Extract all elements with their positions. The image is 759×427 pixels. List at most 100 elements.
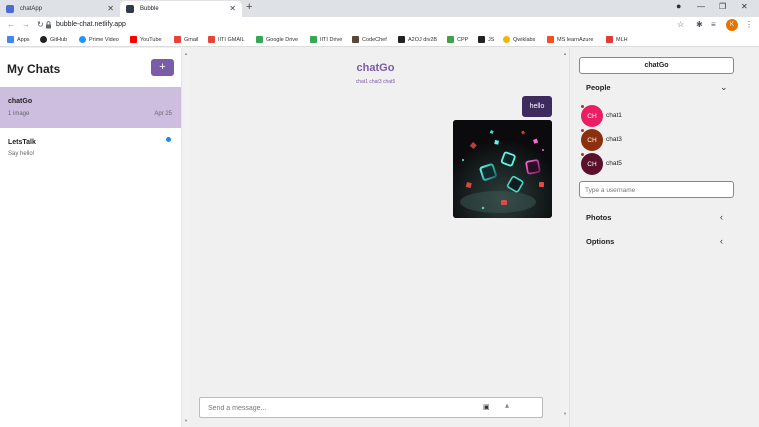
chat-list-item-letstalk[interactable]: LetsTalk Say hello! <box>0 128 181 169</box>
a2oj-icon <box>398 36 405 43</box>
mlh-icon <box>606 36 613 43</box>
chat-name: chatGo <box>8 98 33 105</box>
conversation-panel: chatGo chat1 chat3 chat5 hello Send a me… <box>190 48 561 427</box>
back-icon[interactable]: ← <box>7 20 15 29</box>
youtube-icon <box>130 36 137 43</box>
bookmark-star-icon[interactable]: ☆ <box>677 20 684 29</box>
online-dot <box>581 105 584 108</box>
google-drive-icon <box>256 36 263 43</box>
close-window-icon[interactable]: ✕ <box>741 2 748 11</box>
chat-name: LetsTalk <box>8 139 36 146</box>
tab-label: Bubble <box>140 6 159 12</box>
minimize-icon[interactable]: — <box>697 2 705 11</box>
google-drive-icon <box>310 36 317 43</box>
forward-icon[interactable]: → <box>22 20 30 29</box>
bookmark-prime-video[interactable]: Prime Video <box>79 36 119 43</box>
message-input[interactable] <box>208 401 468 415</box>
chat-title-field[interactable]: chatGo <box>579 57 734 74</box>
close-tab-icon[interactable]: ✕ <box>229 4 236 13</box>
apps-grid-icon <box>7 36 14 43</box>
address-bar: ← → ↻ bubble-chat.netlify.app ☆ ✱ ≡ K ⋮ <box>0 17 759 34</box>
person-item[interactable]: CH chat5 <box>581 153 731 175</box>
bookmark-gmail[interactable]: Gmail <box>174 36 198 43</box>
online-dot <box>581 129 584 132</box>
scroll-down-icon[interactable]: ▼ <box>563 411 567 416</box>
gmail-icon <box>208 36 215 43</box>
bubble-favicon <box>126 5 134 13</box>
avatar: CH <box>581 105 603 127</box>
bookmark-cpp[interactable]: CPP <box>447 36 468 43</box>
message-composer: ▣ ⩓ <box>199 397 543 418</box>
image-upload-icon[interactable]: ▣ <box>483 403 490 411</box>
bookmark-apps[interactable]: Apps <box>7 36 30 43</box>
bookmark-codechef[interactable]: CodeChef <box>352 36 387 43</box>
avatar: CH <box>581 153 603 175</box>
unread-indicator <box>166 137 171 142</box>
chatapp-favicon <box>6 5 14 13</box>
js-icon <box>478 36 485 43</box>
send-icon[interactable]: ⩓ <box>505 403 509 411</box>
github-icon <box>40 36 47 43</box>
person-name: chat3 <box>606 136 622 143</box>
bookmark-qwiklabs[interactable]: Qwiklabs <box>503 36 535 43</box>
new-chat-button[interactable]: + <box>151 59 174 76</box>
chat-list-item-chatgo[interactable]: chatGo 1 image Apr 25 <box>0 87 181 128</box>
new-tab-button[interactable]: + <box>246 1 252 13</box>
bookmark-a2oj[interactable]: A2OJ div2B <box>398 36 437 43</box>
options-section-title[interactable]: Options <box>586 237 614 246</box>
profile-avatar[interactable]: K <box>726 19 738 31</box>
chat-last-message: Say hello! <box>8 151 35 157</box>
bookmark-google-drive[interactable]: Google Drive <box>256 36 298 43</box>
chat-scrollbar[interactable]: ▲ ▼ <box>561 48 569 427</box>
qwiklabs-icon <box>503 36 510 43</box>
bookmark-github[interactable]: GitHub <box>40 36 67 43</box>
close-tab-icon[interactable]: ✕ <box>107 4 114 13</box>
chat-last-message: 1 image <box>8 111 30 117</box>
lock-icon[interactable] <box>45 21 52 29</box>
tab-bubble[interactable]: Bubble ✕ <box>120 1 242 17</box>
sidebar-scrollbar[interactable]: ▲ ▼ <box>182 48 190 427</box>
message-bubble: hello <box>522 96 552 117</box>
profile-indicator-icon[interactable]: ● <box>676 1 681 11</box>
person-item[interactable]: CH chat3 <box>581 129 731 151</box>
bookmark-ms-learn-azure[interactable]: MS learnAzure <box>547 36 593 43</box>
browser-tab-bar: chatApp ✕ Bubble ✕ + ● — ❐ ✕ <box>0 0 759 17</box>
scroll-up-icon[interactable]: ▲ <box>563 51 567 56</box>
person-name: chat1 <box>606 112 622 119</box>
people-section-title[interactable]: People <box>586 83 611 92</box>
chevron-left-icon[interactable]: ‹ <box>720 236 723 246</box>
conversation-members: chat1 chat3 chat5 <box>355 79 396 85</box>
username-field <box>579 181 734 198</box>
reading-list-icon[interactable]: ≡ <box>711 20 716 29</box>
avatar: CH <box>581 129 603 151</box>
online-dot <box>581 153 584 156</box>
chat-details-panel: chatGo People ⌄ CH chat1 CH chat3 CH cha… <box>569 48 751 427</box>
bookmarks-bar: Apps GitHub Prime Video YouTube Gmail II… <box>0 34 759 47</box>
scroll-down-icon[interactable]: ▼ <box>184 418 188 423</box>
bookmark-youtube[interactable]: YouTube <box>130 36 162 43</box>
reload-icon[interactable]: ↻ <box>37 20 44 29</box>
url-text[interactable]: bubble-chat.netlify.app <box>56 21 126 28</box>
username-input[interactable] <box>585 184 725 196</box>
prime-video-icon <box>79 36 86 43</box>
bookmark-mlh[interactable]: MLH <box>606 36 628 43</box>
menu-icon[interactable]: ⋮ <box>745 20 753 29</box>
codechef-icon <box>352 36 359 43</box>
extensions-icon[interactable]: ✱ <box>696 20 703 29</box>
maximize-icon[interactable]: ❐ <box>719 2 726 11</box>
message-image[interactable] <box>453 120 552 218</box>
cpp-icon <box>447 36 454 43</box>
neon-cubes-image <box>453 120 552 218</box>
bookmark-iiti-drive[interactable]: IITI Drive <box>310 36 342 43</box>
chevron-left-icon[interactable]: ‹ <box>720 212 723 222</box>
person-item[interactable]: CH chat1 <box>581 105 731 127</box>
my-chats-title: My Chats <box>7 62 61 76</box>
chat-date: Apr 25 <box>154 111 172 117</box>
bookmark-iiti-gmail[interactable]: IITI GMAIL <box>208 36 245 43</box>
bookmark-js[interactable]: JS <box>478 36 494 43</box>
chat-list-sidebar: My Chats + chatGo 1 image Apr 25 LetsTal… <box>0 48 182 427</box>
tab-chatapp[interactable]: chatApp ✕ <box>0 1 120 17</box>
photos-section-title[interactable]: Photos <box>586 213 611 222</box>
chevron-down-icon[interactable]: ⌄ <box>720 82 728 93</box>
scroll-up-icon[interactable]: ▲ <box>184 51 188 56</box>
